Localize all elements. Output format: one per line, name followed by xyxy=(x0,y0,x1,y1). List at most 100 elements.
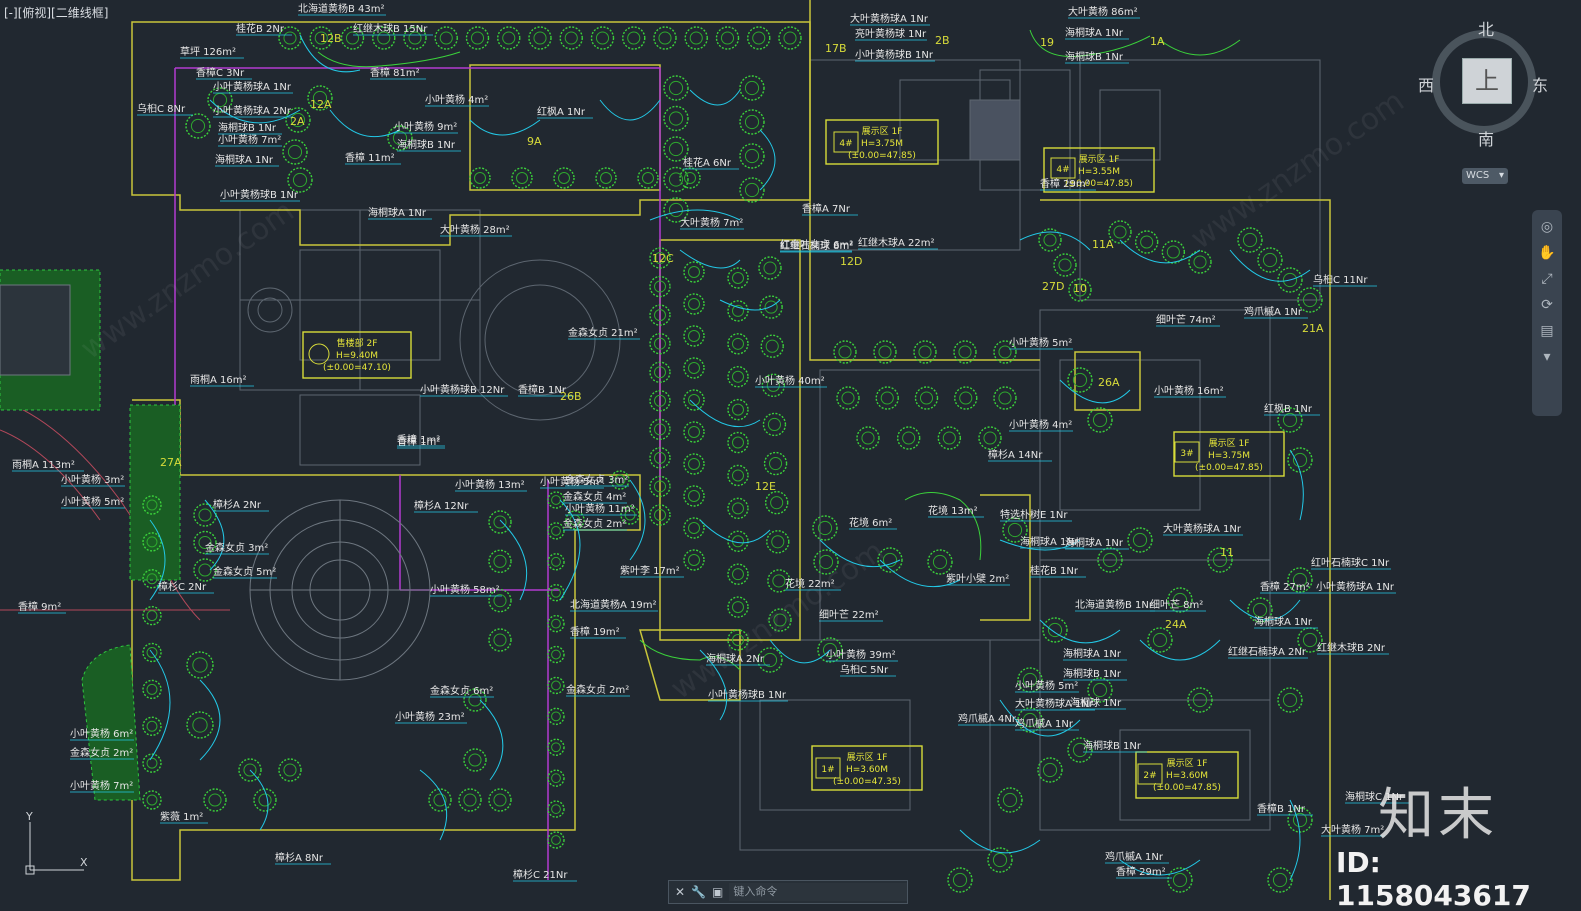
compass-south[interactable]: 南 xyxy=(1478,126,1494,150)
tree-symbol[interactable] xyxy=(727,563,749,585)
plant-label[interactable]: 小叶黄杨球A 2Nr xyxy=(213,104,292,117)
tree-symbol[interactable] xyxy=(142,716,162,736)
viewcube-top-face[interactable]: 上 xyxy=(1462,58,1512,104)
tree-symbol[interactable] xyxy=(727,398,749,421)
plant-label[interactable]: 香樟 27m² xyxy=(1260,580,1310,593)
tree-symbol[interactable] xyxy=(547,645,565,664)
plant-tag[interactable]: 26A xyxy=(1098,376,1120,389)
tree-symbol[interactable] xyxy=(595,167,617,189)
plant-tag[interactable]: 12D xyxy=(840,255,862,268)
plant-label[interactable]: 香樟 1m² xyxy=(397,435,440,448)
plant-label[interactable]: 海桐球B 1Nr xyxy=(1083,739,1142,752)
plant-tag[interactable]: 9A xyxy=(527,135,542,148)
plant-label[interactable]: 海桐球B 1Nr xyxy=(1065,50,1124,63)
tree-symbol[interactable] xyxy=(927,549,953,575)
showmotion-icon[interactable]: ▤ xyxy=(1536,320,1558,342)
plant-label[interactable]: 鸡爪槭A 1Nr xyxy=(1105,850,1164,863)
plant-label[interactable]: 小叶黄杨 4m² xyxy=(1009,418,1072,431)
plant-label[interactable]: 紫叶李 17m² xyxy=(620,564,680,577)
plant-label[interactable]: 香樟B 1Nr xyxy=(1257,802,1306,815)
tree-symbol[interactable] xyxy=(528,26,552,50)
plant-label[interactable]: 小叶黄杨 7m² xyxy=(70,779,133,792)
plant-label[interactable]: 小叶黄杨球A 1Nr xyxy=(213,80,292,93)
plant-label[interactable]: 海桐球A 1Nr xyxy=(1065,536,1124,549)
tree-symbol[interactable] xyxy=(739,75,765,101)
tree-symbol[interactable] xyxy=(896,426,921,450)
plant-label[interactable]: 红继木球B 2Nr xyxy=(1317,641,1386,654)
tree-symbol[interactable] xyxy=(739,143,765,169)
plant-symbols[interactable] xyxy=(142,26,1323,893)
tree-symbol[interactable] xyxy=(727,333,749,355)
tree-symbol[interactable] xyxy=(727,596,749,618)
tree-symbol[interactable] xyxy=(997,787,1023,813)
plant-label[interactable]: 草坪 126m² xyxy=(180,45,236,58)
tree-symbol[interactable] xyxy=(653,26,677,50)
plant-label[interactable]: 香樟 11m² xyxy=(345,151,395,164)
plant-label[interactable]: 小叶黄杨 5m² xyxy=(1015,679,1078,692)
plant-label[interactable]: 樟杉A 2Nr xyxy=(213,498,262,511)
tree-symbol[interactable] xyxy=(683,549,705,571)
tree-symbol[interactable] xyxy=(683,261,705,283)
viewport-label[interactable]: [-][俯视][二维线框] xyxy=(4,4,108,21)
tree-symbol[interactable] xyxy=(637,167,659,189)
tree-symbol[interactable] xyxy=(1037,757,1063,783)
plant-label[interactable]: 小叶黄杨 39m² xyxy=(826,648,896,661)
zone-box[interactable]: 售楼部 2F H=9.40M (±0.00=47.10) xyxy=(302,331,412,379)
tree-symbol[interactable] xyxy=(469,167,491,189)
plant-label[interactable]: 小叶黄杨 11m² xyxy=(565,502,635,515)
plant-label[interactable]: 香樟A 7Nr xyxy=(802,202,851,215)
tree-symbol[interactable] xyxy=(488,628,512,652)
tree-symbol[interactable] xyxy=(715,26,740,50)
tree-symbol[interactable] xyxy=(679,167,701,189)
tree-symbol[interactable] xyxy=(760,334,784,358)
plant-label[interactable]: 小叶黄杨 6m² xyxy=(70,727,133,740)
plant-tag[interactable]: 11 xyxy=(1220,546,1234,559)
tree-symbol[interactable] xyxy=(727,497,749,520)
tree-symbol[interactable] xyxy=(727,300,749,322)
tree-symbol[interactable] xyxy=(488,549,512,574)
tree-symbol[interactable] xyxy=(766,530,790,554)
plant-label[interactable]: 樟杉A 8Nr xyxy=(275,851,324,864)
plant-label[interactable]: 小叶黄杨球B 1Nr xyxy=(220,188,299,201)
plant-label[interactable]: 北海道黄杨B 43m² xyxy=(298,2,385,15)
tree-symbol[interactable] xyxy=(762,412,787,437)
tree-symbol[interactable] xyxy=(186,711,214,739)
plant-label[interactable]: 花境 13m² xyxy=(928,504,978,517)
tree-symbol[interactable] xyxy=(553,167,575,189)
tree-symbol[interactable] xyxy=(727,431,749,454)
plant-label[interactable]: 鸡爪槭A 4Nr xyxy=(958,712,1017,725)
compass-north[interactable]: 北 xyxy=(1478,16,1494,40)
tree-symbol[interactable] xyxy=(547,769,565,787)
plant-label[interactable]: 乌桕C 8Nr xyxy=(137,102,186,115)
wrench-icon[interactable]: 🔧 xyxy=(691,885,706,899)
tree-symbol[interactable] xyxy=(727,267,749,289)
tree-symbol[interactable] xyxy=(428,788,452,812)
tree-symbol[interactable] xyxy=(458,788,482,812)
tree-symbol[interactable] xyxy=(142,790,162,810)
plant-tag[interactable]: 10 xyxy=(1073,282,1087,295)
plant-label[interactable]: 金森女贞 4m² xyxy=(563,490,626,503)
tree-symbol[interactable] xyxy=(683,357,705,379)
plant-label[interactable]: 香樟 81m² xyxy=(370,66,420,79)
command-history-icon[interactable]: ▣ xyxy=(712,885,723,899)
plant-label[interactable]: 小叶黄杨 40m² xyxy=(755,374,825,387)
plant-label[interactable]: 小叶黄杨球B 12Nr xyxy=(420,383,505,396)
tree-symbol[interactable] xyxy=(1237,227,1263,253)
plant-label[interactable]: 樟杉A 12Nr xyxy=(414,499,469,512)
plant-label[interactable]: 红继石楠球A 2Nr xyxy=(1228,645,1307,658)
plant-tag[interactable]: 12E xyxy=(755,480,776,493)
plant-tag[interactable]: 27D xyxy=(1042,280,1064,293)
tree-symbol[interactable] xyxy=(683,293,705,315)
plant-label[interactable]: 红枫B 1Nr xyxy=(1264,402,1313,415)
plant-label[interactable]: 樟杉A 14Nr xyxy=(988,448,1043,461)
tree-symbol[interactable] xyxy=(1053,253,1077,277)
tree-symbol[interactable] xyxy=(856,426,880,450)
orbit-icon[interactable]: ⟳ xyxy=(1536,294,1558,316)
plant-label[interactable]: 乌桕C 11Nr xyxy=(1313,273,1368,286)
plant-label[interactable]: 小叶黄杨 9m² xyxy=(394,120,457,133)
plant-tag[interactable]: 19 xyxy=(1040,36,1054,49)
pan-hand-icon[interactable]: ✋ xyxy=(1536,242,1558,264)
tree-symbol[interactable] xyxy=(282,139,308,165)
plant-label[interactable]: 海桐球A 1Nr xyxy=(215,153,274,166)
plant-label[interactable]: 金森女贞 3m² xyxy=(205,541,268,554)
